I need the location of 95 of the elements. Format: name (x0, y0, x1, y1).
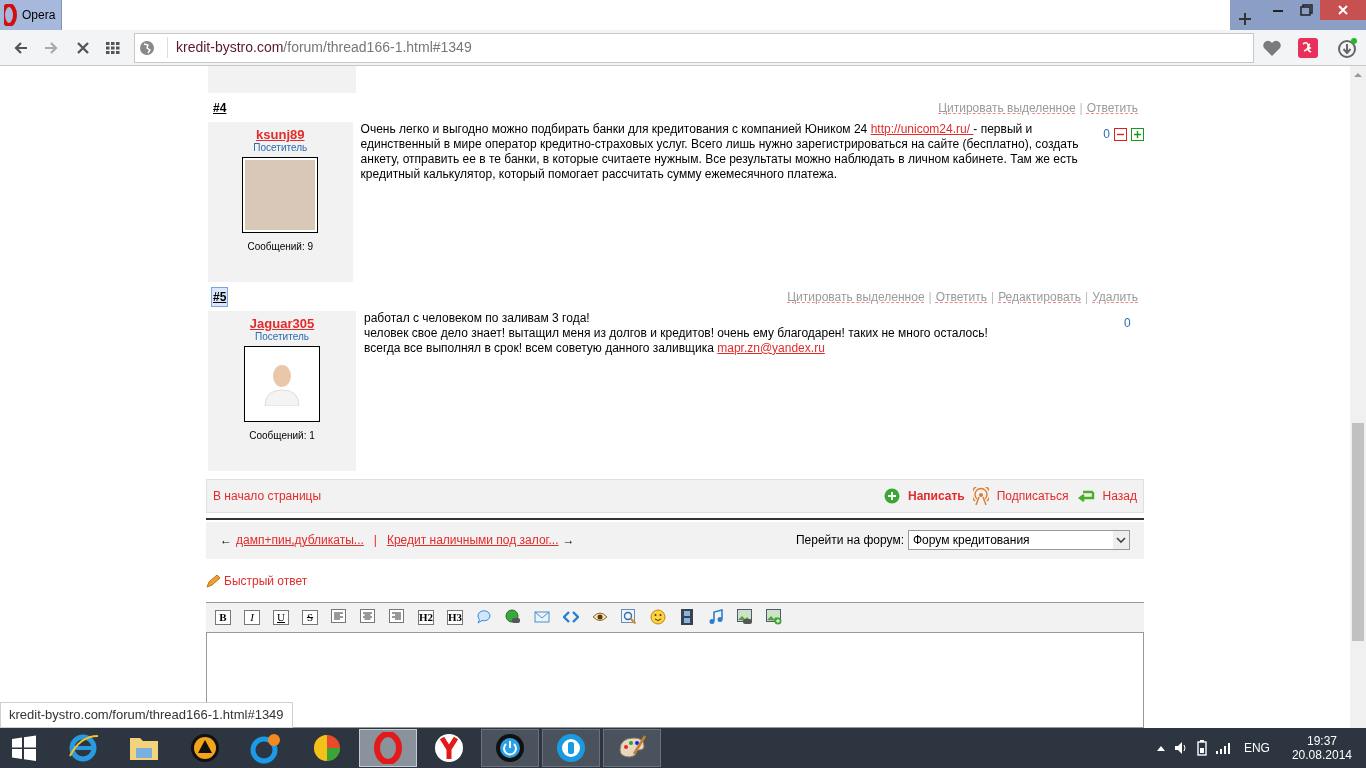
align-center-icon[interactable] (360, 609, 376, 626)
format-button[interactable]: U (273, 609, 289, 625)
battery-icon[interactable] (1195, 740, 1208, 756)
close-icon[interactable] (76, 40, 90, 55)
previous-thread-link[interactable]: дамп+пин,дубликаты... (236, 531, 364, 550)
action-link[interactable]: Ответить (935, 287, 987, 306)
globe-icon (139, 39, 155, 56)
address-field[interactable]: kredit-bystro.com/forum/thread166-1.html#1349 (134, 32, 1254, 63)
plus-icon[interactable] (1131, 127, 1144, 141)
message-count: Сообщений: 9 (247, 239, 314, 254)
separator: | (928, 288, 932, 306)
post-text: работал с человеком по заливам 3 года! (364, 310, 591, 326)
plus-circle-icon[interactable] (884, 488, 900, 505)
format-button[interactable]: B (215, 609, 231, 625)
grid-icon[interactable] (106, 41, 120, 54)
speech-bubble-icon[interactable] (476, 609, 492, 626)
action-link[interactable]: Редактировать (998, 287, 1082, 306)
next-thread-link[interactable]: Кредит наличными под залог... (386, 531, 559, 550)
extension-badge-icon[interactable] (1298, 37, 1318, 58)
align-right-icon[interactable] (389, 609, 405, 626)
scrollbar[interactable] (1350, 66, 1366, 728)
arrow-text: ← (220, 532, 232, 550)
minus-icon[interactable] (1114, 127, 1127, 141)
user-role: Посетитель (253, 141, 308, 154)
align-left-icon[interactable] (331, 609, 347, 626)
post-number-link[interactable]: #5 (212, 287, 228, 306)
u-turn-arrow-icon[interactable] (1076, 488, 1095, 505)
image-link-icon[interactable] (737, 609, 753, 626)
separator: | (373, 532, 377, 550)
taskbar-app-button[interactable] (542, 729, 600, 767)
arrow-text: → (562, 532, 575, 550)
format-button[interactable]: H3 (447, 609, 463, 625)
post-text: человек свое дело знает! вытащил меня из долгов и кредитов! очень ему благодарен! таких не много осталось! (364, 325, 989, 341)
e-globe-icon (67, 732, 99, 764)
smiley-icon[interactable] (650, 609, 666, 626)
speaker-icon[interactable] (1173, 741, 1188, 755)
top-of-page-link[interactable]: В начало страницы (213, 487, 322, 506)
heart-icon[interactable] (1262, 38, 1282, 57)
image-add-icon[interactable] (766, 609, 782, 626)
o-logo-icon (4, 4, 18, 26)
separator: | (1079, 99, 1083, 117)
o-logo-icon (372, 732, 404, 764)
dropdown-caret-icon[interactable] (1113, 531, 1129, 550)
pencil-icon (206, 573, 220, 588)
antenna-icon[interactable] (972, 487, 989, 506)
format-button[interactable]: I (244, 609, 260, 625)
action-link[interactable]: Цитировать выделенное (938, 98, 1076, 117)
b-circle-icon (555, 732, 587, 764)
triangle-logo-icon (189, 732, 221, 764)
plus-icon[interactable] (1238, 12, 1252, 26)
footer-link[interactable]: Подписаться (996, 487, 1069, 506)
action-link[interactable]: Ответить (1086, 98, 1138, 117)
rating-count: 0 (1103, 127, 1110, 140)
message-count: Сообщений: 1 (249, 428, 315, 443)
rating-count: 0 (1124, 316, 1131, 329)
scrollbar-thumb[interactable] (1352, 423, 1364, 641)
format-button[interactable]: S (302, 609, 318, 625)
username-link[interactable]: Jaguar305 (249, 315, 315, 331)
post-number-link[interactable]: #4 (212, 98, 228, 117)
post-text: всегда все выполнял в срок! всем советую данного заливщика mapr.zn@yandex.ru (364, 340, 826, 356)
footer-link[interactable]: Написать (908, 487, 965, 506)
link[interactable]: mapr.zn@yandex.ru (717, 340, 825, 355)
music-note-icon[interactable] (708, 609, 724, 626)
language-indicator[interactable]: ENG (1243, 739, 1270, 757)
film-strip-icon[interactable] (679, 609, 695, 626)
show-hidden-icons-icon[interactable] (1155, 744, 1166, 752)
forum-jump-label: Перейти на форум: (795, 532, 904, 550)
status-url-tooltip: kredit-bystro.com/forum/thread166-1.html#1349 (0, 702, 293, 728)
colorful-sphere-icon (311, 732, 343, 764)
separator: | (1085, 288, 1089, 306)
y-logo-icon (433, 732, 465, 764)
forum-select[interactable]: Форум кредитования (908, 530, 1130, 551)
signal-icon[interactable] (1215, 742, 1232, 754)
user-role: Посетитель (255, 330, 309, 343)
taskbar-app-button[interactable] (481, 729, 539, 767)
link[interactable]: http://unicom24.ru/ (870, 121, 974, 136)
browser-tab[interactable]: Opera (0, 0, 62, 30)
username-link[interactable]: ksunj89 (256, 126, 305, 142)
clock-time[interactable]: 19:37 (1306, 734, 1337, 748)
action-link[interactable]: Удалить (1092, 287, 1138, 306)
post-text: Очень легко и выгодно можно подбирать банки для кредитования с компанией Юником 24 http://unicom24.ru/ - первый и единственный в мире оператор кредитно-страховых услуг. Всего лишь нужно зарегистрироваться на сайте (бесплатно), создать анкету, отправить ее в те банки, в которые считаете нужным. Все результаты можно наблюдать в личном кабинете. Там же есть кредитный калькулятор, который помогает рассчитать сумму ежемесячного платежа. (360, 121, 1080, 182)
footer-link[interactable]: Назад (1102, 487, 1137, 506)
quick-reply-title: Быстрый ответ (224, 572, 308, 590)
globe-link-icon[interactable] (505, 609, 521, 626)
photo-placeholder (245, 159, 316, 230)
action-link[interactable]: Цитировать выделенное (787, 287, 925, 306)
download-icon[interactable] (1336, 36, 1358, 59)
close-icon[interactable] (1320, 0, 1366, 20)
clock-date[interactable]: 20.08.2014 (1291, 748, 1352, 762)
power-button-icon (494, 732, 526, 764)
format-button[interactable]: H2 (418, 609, 434, 625)
chat-ring-icon (250, 732, 282, 764)
separator: | (991, 288, 995, 306)
magnifier-icon[interactable] (621, 609, 637, 626)
windows-logo-icon[interactable] (10, 735, 38, 761)
